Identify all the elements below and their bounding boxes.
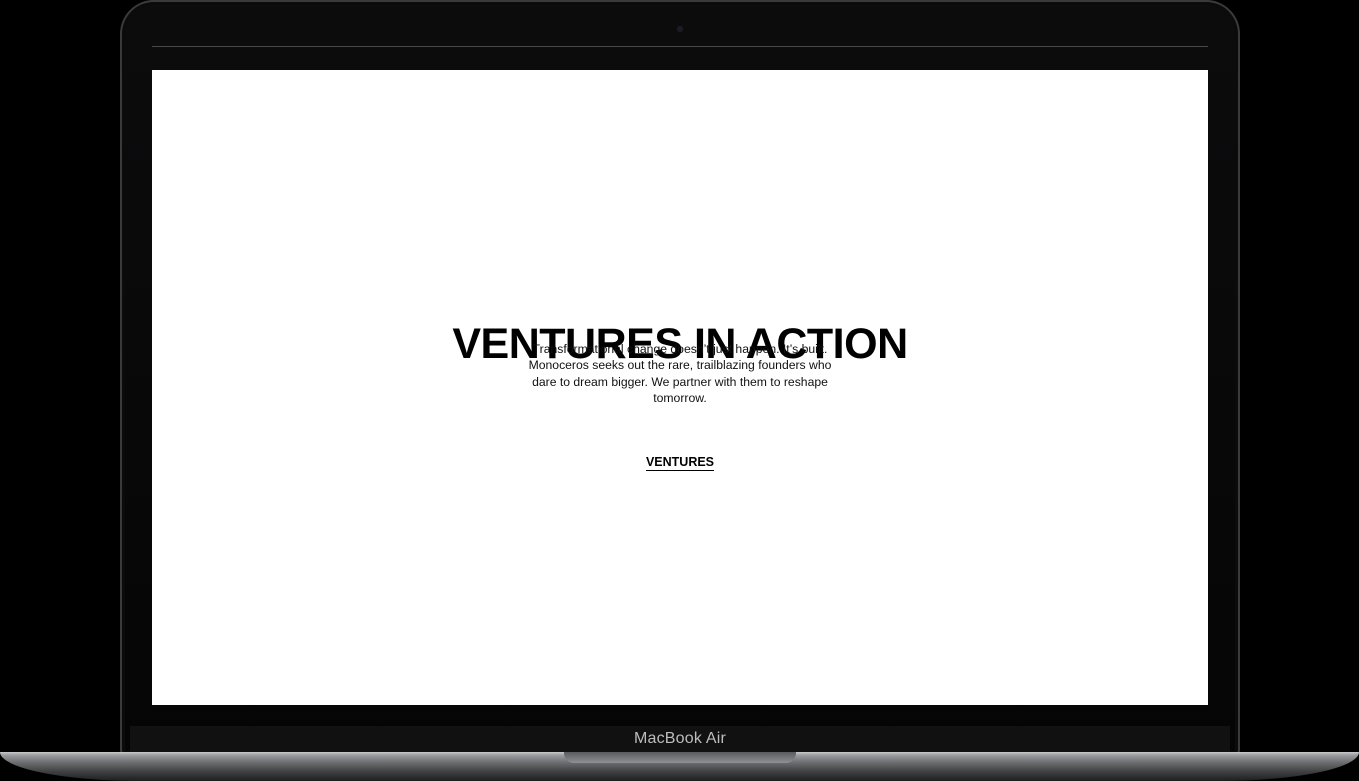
camera-icon [677,26,683,32]
ventures-link[interactable]: VENTURES [645,455,715,471]
device-model-label: MacBook Air [633,730,726,747]
hero-link-wrap: VENTURES [152,453,1208,471]
device-mockup: VENTURES IN ACTION Transformational chan… [0,0,1359,781]
screen: VENTURES IN ACTION Transformational chan… [152,70,1208,705]
bezel-divider [152,46,1208,47]
laptop-notch [564,752,796,763]
hero-description: Transformational change doesn’t just hap… [528,342,832,405]
